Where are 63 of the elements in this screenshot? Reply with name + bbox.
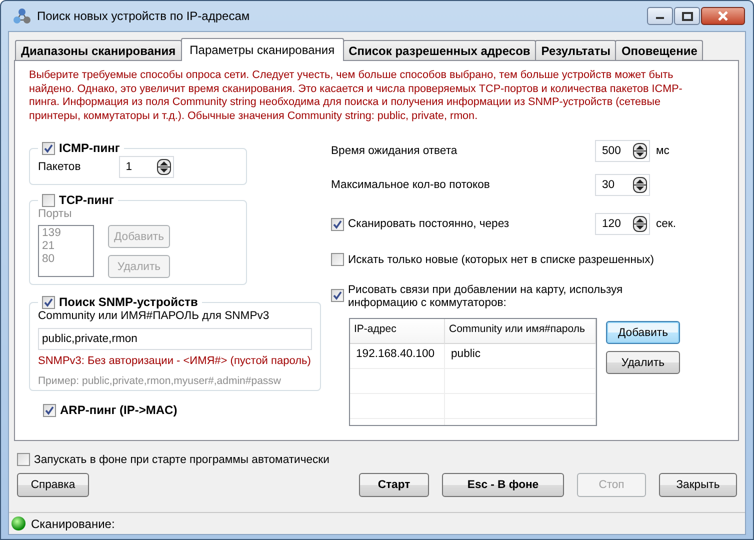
checkbox[interactable] <box>42 142 55 154</box>
tab[interactable]: Список разрешенных адресов <box>342 40 536 60</box>
checkbox[interactable] <box>331 289 344 302</box>
spin-value: 30 <box>602 179 615 191</box>
status-light-icon <box>11 516 26 531</box>
unit-label: сек. <box>656 218 676 230</box>
field-label: Максимальное кол-во потоков <box>331 179 491 191</box>
checkbox[interactable] <box>42 194 55 206</box>
tab[interactable]: Диапазоны сканирования <box>15 40 182 60</box>
option-label: Запускать в фоне при старте программы автоматически <box>34 454 330 466</box>
spin-arrows-icon[interactable] <box>633 177 647 193</box>
dialog-button[interactable]: Справка <box>17 473 89 497</box>
option-label: Рисовать связи при добавлении на карту, используя информацию с коммутаторов: <box>348 284 624 310</box>
tab[interactable]: Результаты <box>535 40 616 60</box>
column-header[interactable]: Community или имя#пароль <box>445 319 596 344</box>
spin-field[interactable]: 30 <box>595 174 650 196</box>
window-title: Поиск новых устройств по IP-адресам <box>37 9 251 23</box>
option-label: Сканировать постоянно, через <box>348 218 510 230</box>
spin-value: 1 <box>126 161 132 173</box>
description-text: Выберите требуемые способы опроса сети. Следует учесть, чем больше способов выбрано, тем больше устройств может быть найдено. Однако, это увеличит время сканирования. Это касается и числа проверяемых TCP-портов и количества пакетов ICMP-пинга. Информация из поля Community string необходима для поиска и получения информации из SNMP-устройств (сетевые принтеры, коммутаторы и т.д.). Обычные значения Community string: public, private, rmon. <box>29 69 684 123</box>
spin-field[interactable]: 500 <box>595 140 650 162</box>
add-button[interactable]: Добавить <box>606 321 680 344</box>
option-label: ARP-пинг (IP->MAC) <box>60 403 178 417</box>
table-cell: 192.168.40.100 <box>350 344 445 369</box>
spin-field[interactable]: 120 <box>595 213 650 235</box>
checkbox[interactable] <box>42 296 55 308</box>
remove-button[interactable]: Удалить <box>606 351 680 374</box>
spin-field[interactable]: 1 <box>118 156 174 178</box>
spin-value: 120 <box>602 218 621 230</box>
option-label: Искать только новые (которых нет в списке разрешенных) <box>348 254 654 266</box>
close-icon <box>717 11 729 21</box>
checkbox[interactable] <box>331 253 344 266</box>
table-cell: public <box>445 344 596 369</box>
column-header[interactable]: IP-адрес <box>350 319 445 344</box>
group-title: ICMP-пинг <box>59 141 120 155</box>
minimize-button[interactable] <box>647 7 673 25</box>
dialog-button[interactable]: Esc - В фоне <box>442 473 564 497</box>
checkbox[interactable] <box>43 404 56 416</box>
dialog-button[interactable]: Старт <box>359 473 429 497</box>
tab[interactable]: Параметры сканирования <box>180 38 344 61</box>
maximize-icon <box>682 12 692 20</box>
spin-arrows-icon[interactable] <box>156 159 171 175</box>
checkbox[interactable] <box>17 453 30 466</box>
field-label: Community или ИМЯ#ПАРОЛЬ для SNMPv3 <box>38 310 270 322</box>
dialog-button[interactable]: Закрыть <box>659 473 737 497</box>
network-icon <box>13 8 31 24</box>
field-label: Время ожидания ответа <box>331 145 458 157</box>
spin-arrows-icon[interactable] <box>633 143 647 159</box>
close-button[interactable] <box>701 7 745 25</box>
status-text: Сканирование: <box>31 516 115 530</box>
tab[interactable]: Оповещение <box>615 40 704 60</box>
group-title: Поиск SNMP-устройств <box>59 295 198 309</box>
community-field[interactable]: public,private,rmon <box>38 328 312 350</box>
field-label: Порты <box>38 208 73 220</box>
spin-arrows-icon[interactable] <box>633 216 647 232</box>
example-text: Пример: public,private,rmon,myuser#,admin#passw <box>38 375 282 387</box>
maximize-button[interactable] <box>674 7 700 25</box>
checkbox[interactable] <box>331 218 344 230</box>
hint-text: SNMPv3: Без авторизации - <ИМЯ#> (пустой пароль) <box>38 355 312 367</box>
spin-value: 500 <box>602 145 621 157</box>
unit-label: мс <box>656 145 670 157</box>
group-title: TCP-пинг <box>59 193 114 207</box>
field-label: Пакетов <box>38 161 81 173</box>
